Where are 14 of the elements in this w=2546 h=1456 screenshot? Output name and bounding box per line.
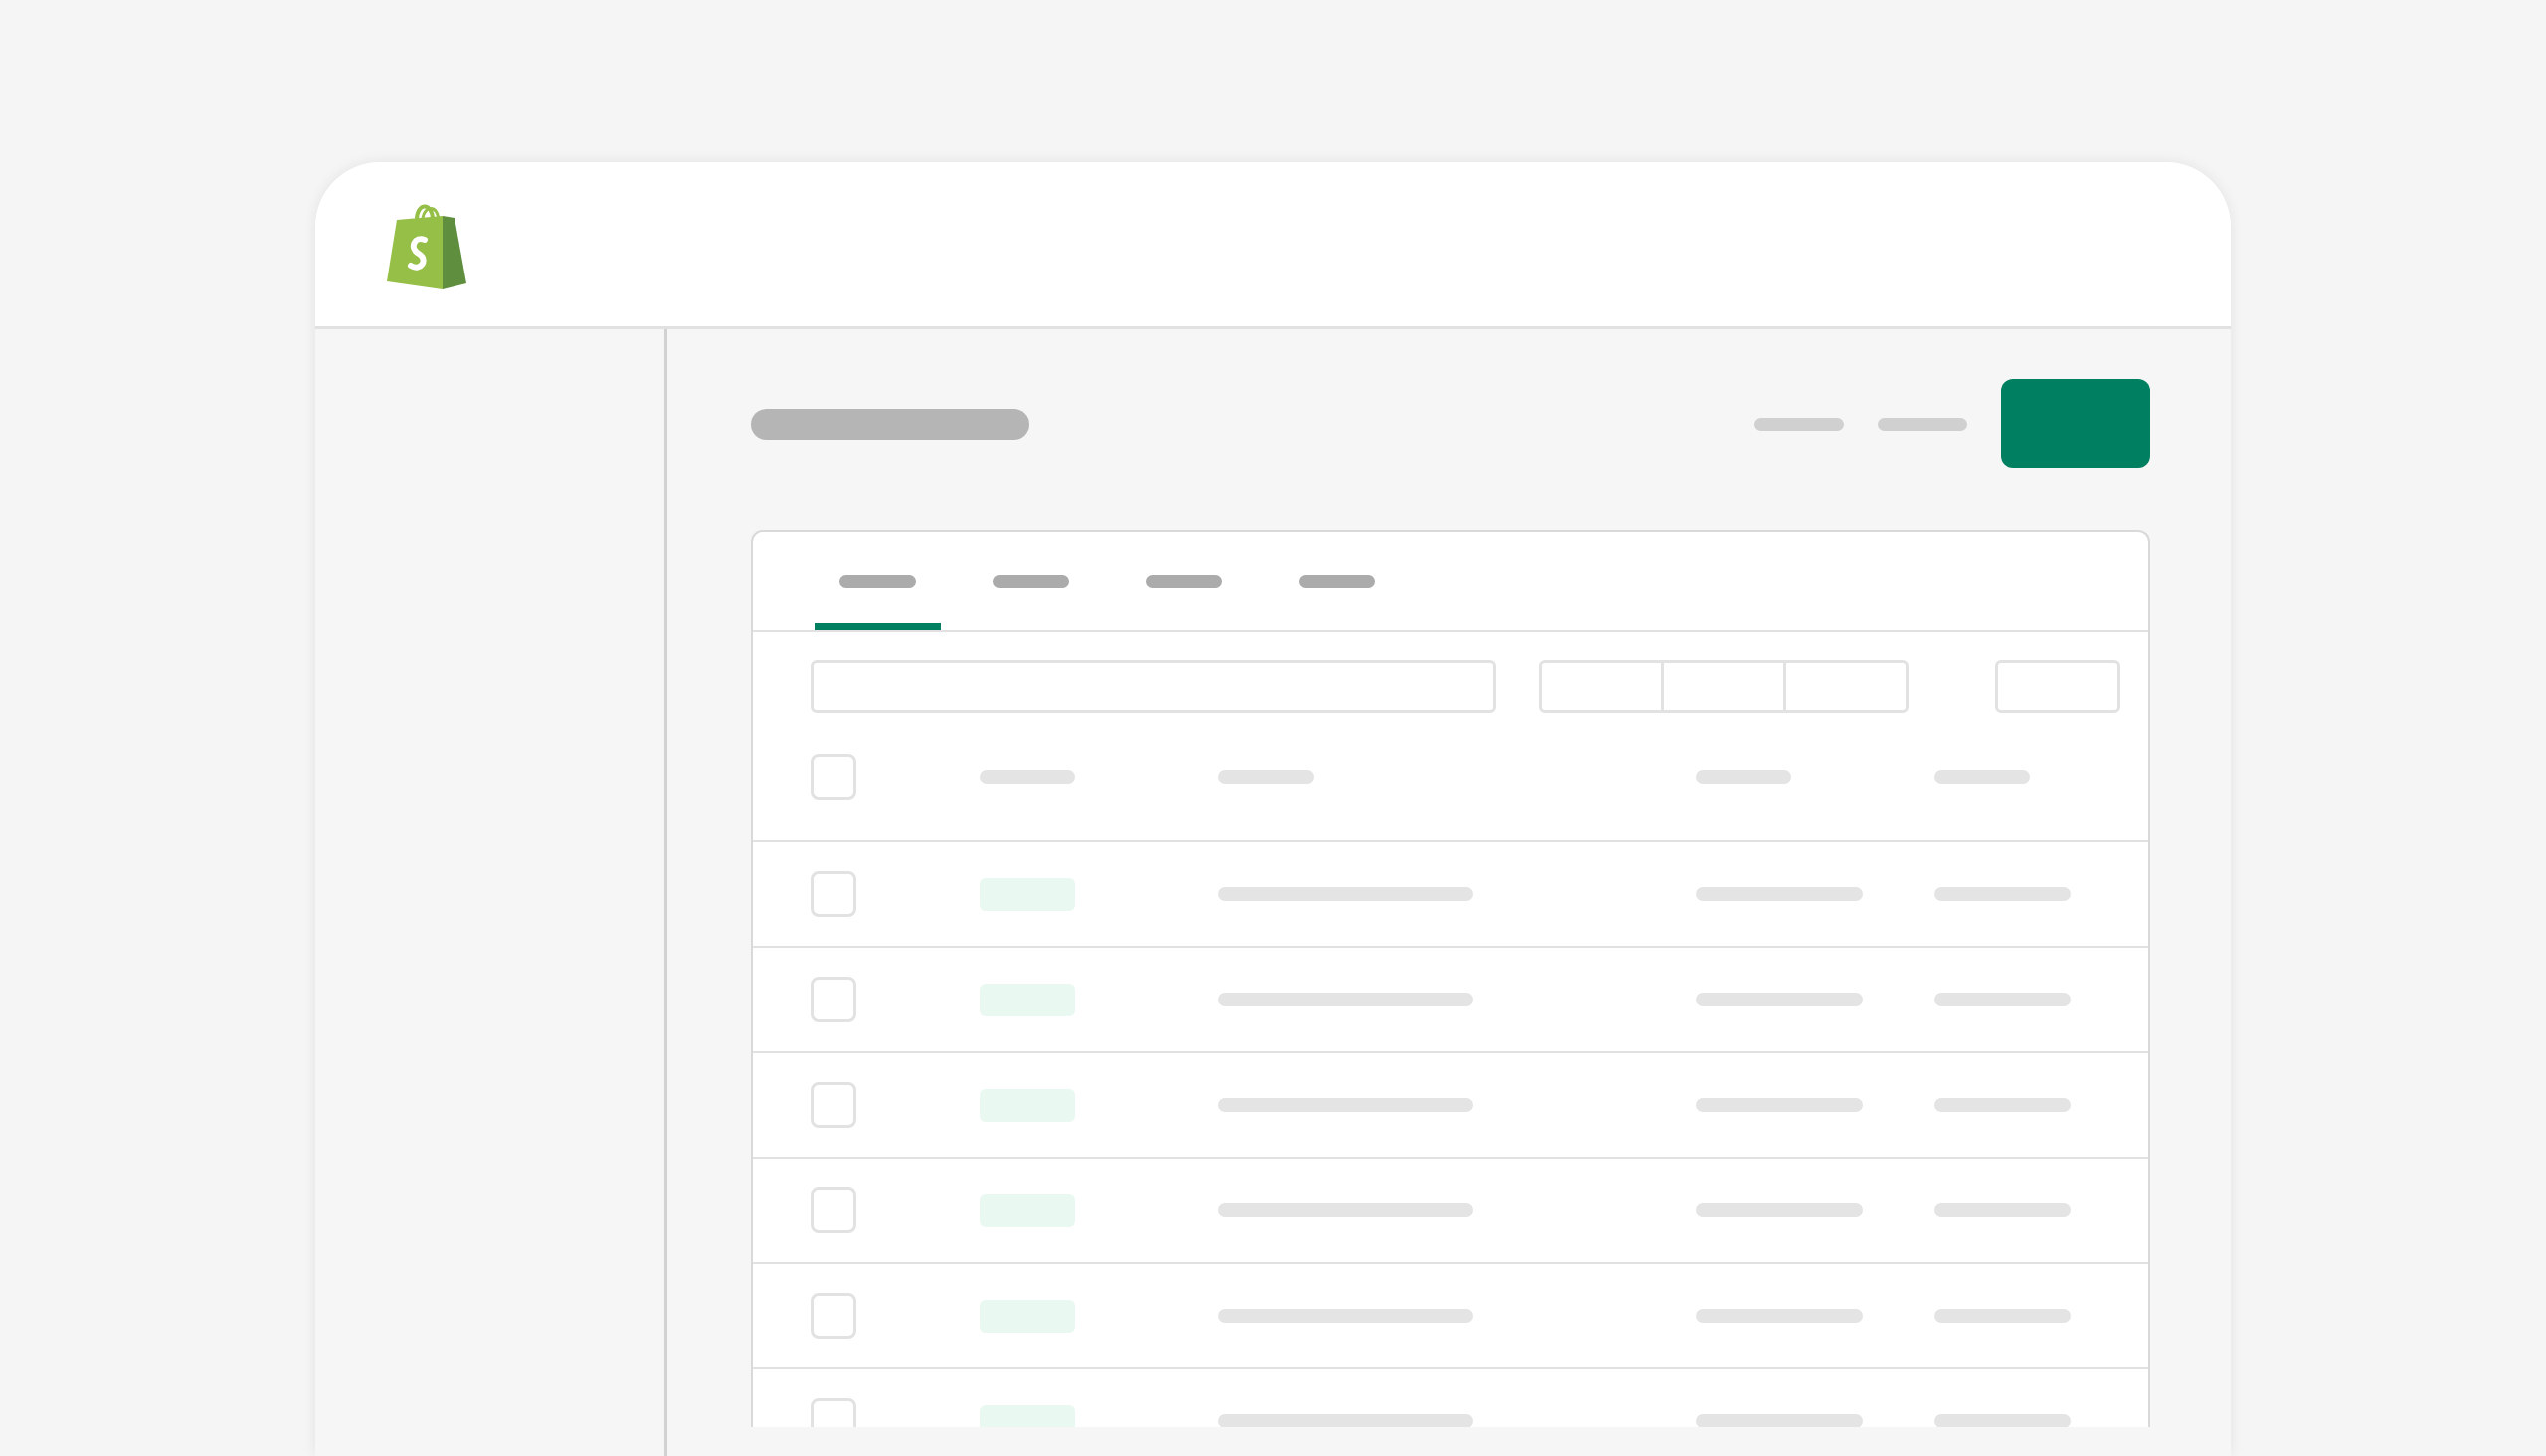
checkbox[interactable] [811,1293,856,1339]
checkbox[interactable] [811,1187,856,1233]
checkbox[interactable] [811,871,856,917]
search-field[interactable] [811,660,1496,713]
filter-button[interactable] [1661,660,1786,713]
filter-button[interactable] [1539,660,1664,713]
checkbox[interactable] [811,1082,856,1128]
filter-button[interactable] [1783,660,1909,713]
action-link[interactable] [1878,417,1967,431]
primary-button[interactable] [2001,379,2150,468]
checkbox[interactable] [811,754,856,800]
checkbox[interactable] [811,977,856,1022]
action-link[interactable] [1754,417,1844,431]
sort-button[interactable] [1995,660,2120,713]
